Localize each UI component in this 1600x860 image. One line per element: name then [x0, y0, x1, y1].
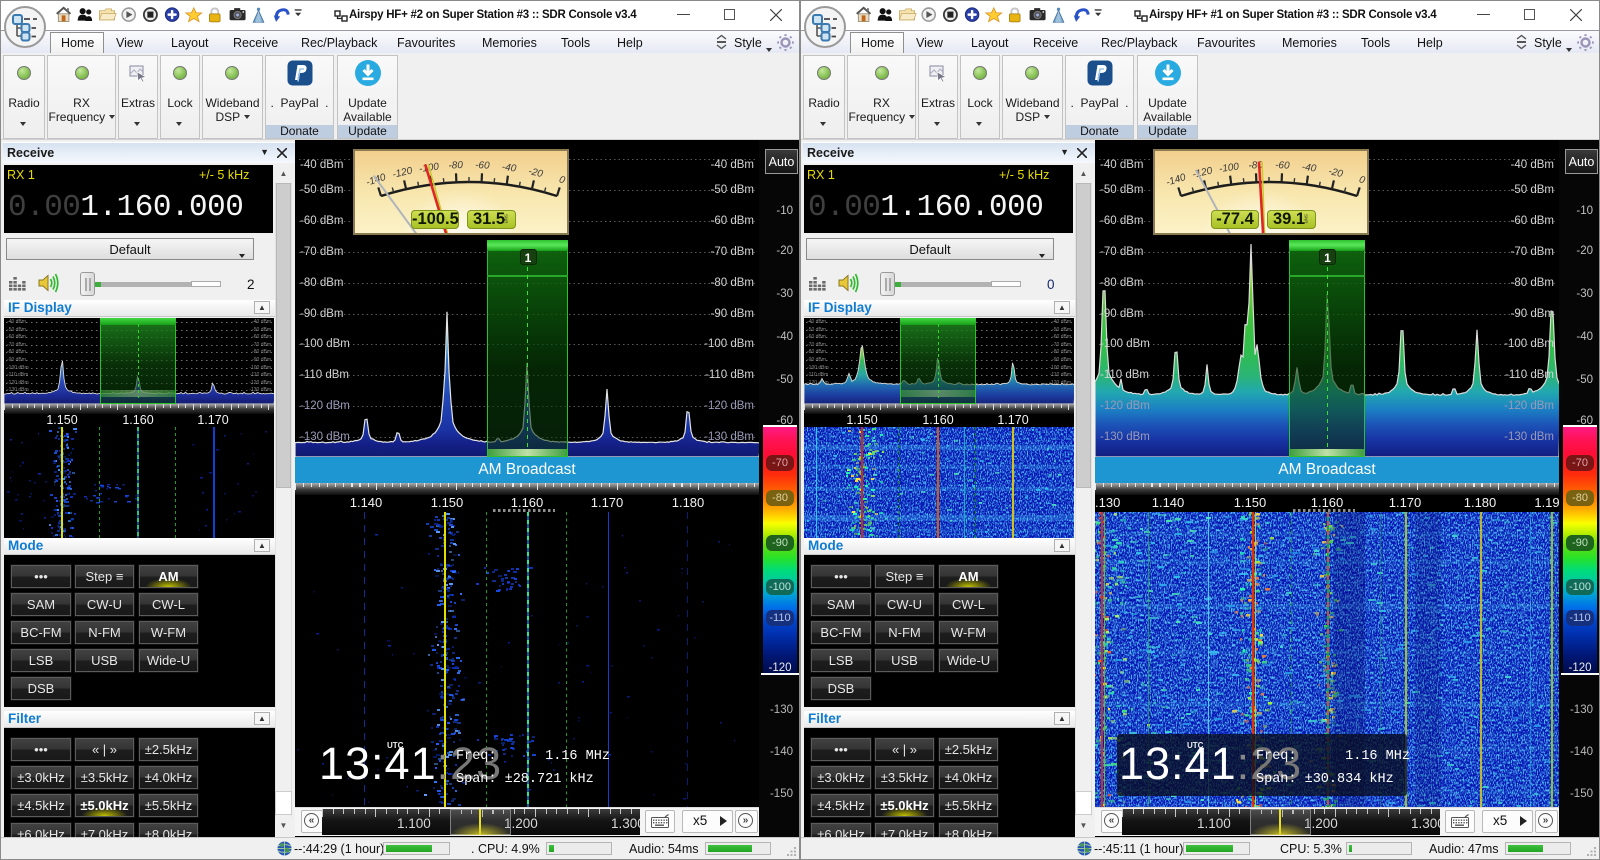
svg-text:-60: -60 — [1275, 160, 1290, 172]
svg-text:-20: -20 — [527, 166, 544, 180]
svg-text:-120: -120 — [391, 165, 413, 180]
svg-text:0: 0 — [558, 174, 567, 186]
svg-text:-140: -140 — [1165, 172, 1188, 189]
svg-text:-20: -20 — [1327, 166, 1344, 180]
svg-text:-40: -40 — [1301, 162, 1317, 175]
svg-text:-100: -100 — [1218, 161, 1240, 175]
svg-text:-40: -40 — [501, 162, 517, 175]
svg-text:0: 0 — [1358, 174, 1367, 186]
svg-text:-80: -80 — [448, 160, 463, 172]
svg-text:-60: -60 — [475, 160, 490, 172]
svg-text:-120: -120 — [1191, 165, 1213, 180]
